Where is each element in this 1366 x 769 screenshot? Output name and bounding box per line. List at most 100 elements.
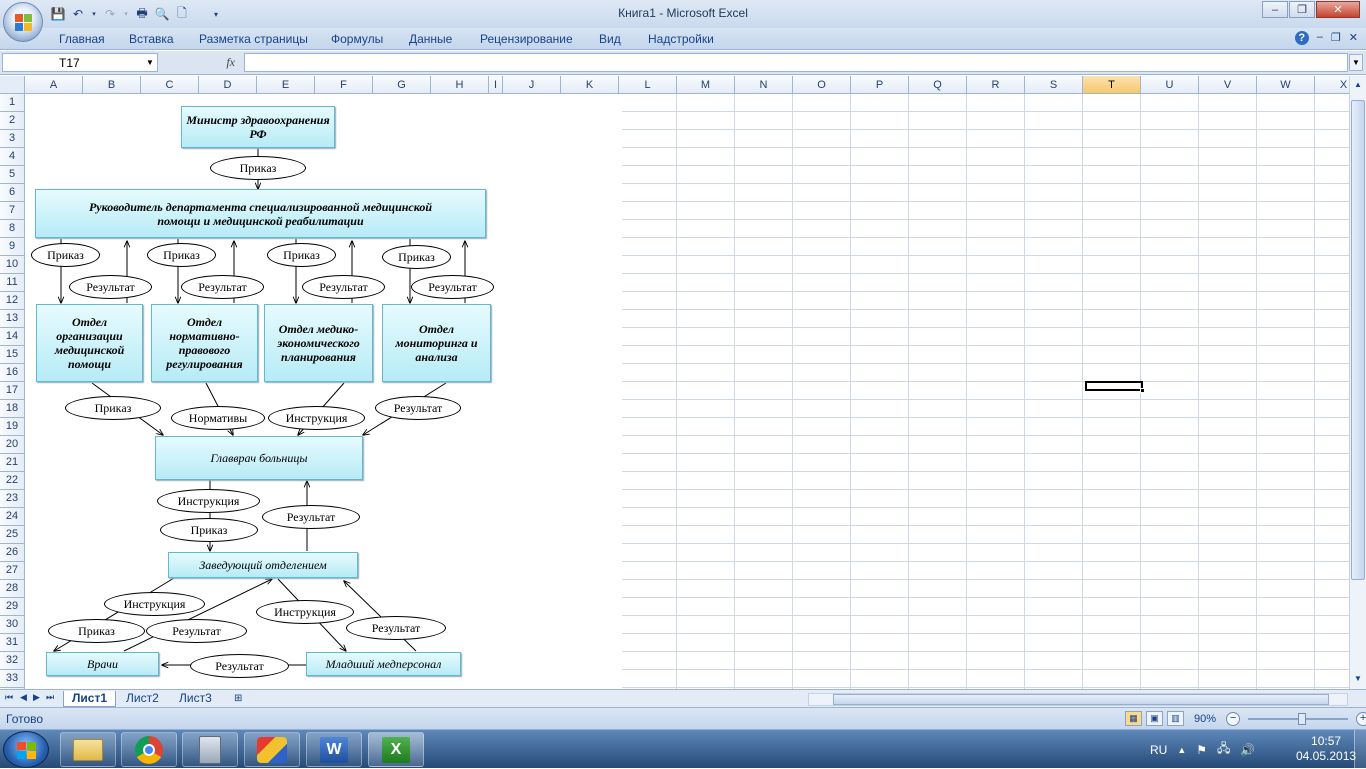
column-header-t[interactable]: T [1083, 76, 1141, 94]
column-header-m[interactable]: M [677, 76, 735, 94]
chrome-taskbar-button[interactable] [121, 732, 177, 767]
column-header-f[interactable]: F [315, 76, 373, 94]
name-box[interactable]: T17 [2, 53, 158, 72]
row-header-2[interactable]: 2 [0, 112, 25, 130]
row-header-3[interactable]: 3 [0, 130, 25, 148]
close-button[interactable]: ✕ [1316, 1, 1360, 18]
column-header-x[interactable]: X [1315, 76, 1349, 94]
zoom-out-icon[interactable]: − [1226, 711, 1241, 726]
ribbon-minimize-button[interactable]: – [1317, 31, 1323, 45]
first-sheet-icon[interactable]: ⏮ [5, 692, 13, 703]
tab-insert[interactable]: Вставка [129, 32, 174, 46]
tab-view[interactable]: Вид [599, 32, 621, 46]
next-sheet-icon[interactable]: ▶ [33, 692, 40, 703]
page-layout-view-icon[interactable]: ▣ [1146, 711, 1163, 726]
tab-formulas[interactable]: Формулы [331, 32, 383, 46]
column-header-e[interactable]: E [257, 76, 315, 94]
row-header-6[interactable]: 6 [0, 184, 25, 202]
tab-review[interactable]: Рецензирование [480, 32, 573, 46]
row-header-22[interactable]: 22 [0, 472, 25, 490]
row-header-12[interactable]: 12 [0, 292, 25, 310]
worksheet-grid[interactable]: ABCDEFGHIJKLMNOPQRSTUVWX 1 2 3 4 5 6 7 8 9 10 11 12… [0, 76, 1349, 689]
help-icon[interactable]: ? [1294, 31, 1309, 45]
column-header-w[interactable]: W [1257, 76, 1315, 94]
row-header-11[interactable]: 11 [0, 274, 25, 292]
row-header-19[interactable]: 19 [0, 418, 25, 436]
office-button[interactable] [3, 2, 43, 42]
row-header-15[interactable]: 15 [0, 346, 25, 364]
ribbon-close-button[interactable]: ✕ [1349, 31, 1358, 45]
column-header-j[interactable]: J [503, 76, 561, 94]
normal-view-icon[interactable]: ▦ [1125, 711, 1142, 726]
row-header-4[interactable]: 4 [0, 148, 25, 166]
row-header-33[interactable]: 33 [0, 670, 25, 688]
row-header-14[interactable]: 14 [0, 328, 25, 346]
word-taskbar-button[interactable]: W [306, 732, 362, 767]
fill-handle[interactable] [1140, 388, 1145, 393]
horizontal-scroll-thumb[interactable] [833, 694, 1329, 705]
language-indicator[interactable]: RU [1150, 743, 1167, 757]
row-header-23[interactable]: 23 [0, 490, 25, 508]
maximize-button[interactable]: ❐ [1289, 1, 1315, 18]
selected-cell[interactable] [1085, 381, 1143, 391]
column-header-p[interactable]: P [851, 76, 909, 94]
row-header-16[interactable]: 16 [0, 364, 25, 382]
sheet-tab-1[interactable]: Лист1 [63, 691, 117, 707]
minimize-button[interactable]: – [1262, 1, 1288, 18]
tab-addins[interactable]: Надстройки [648, 32, 714, 46]
column-header-a[interactable]: A [25, 76, 83, 94]
row-header-9[interactable]: 9 [0, 238, 25, 256]
row-header-28[interactable]: 28 [0, 580, 25, 598]
column-header-l[interactable]: L [619, 76, 677, 94]
column-header-k[interactable]: K [561, 76, 619, 94]
app-taskbar-button[interactable] [244, 732, 300, 767]
column-header-q[interactable]: Q [909, 76, 967, 94]
row-header-7[interactable]: 7 [0, 202, 25, 220]
system-clock[interactable]: 10:57 04.05.2013 [1296, 734, 1356, 764]
row-header-1[interactable]: 1 [0, 94, 25, 112]
explorer-taskbar-button[interactable] [60, 732, 116, 767]
row-header-13[interactable]: 13 [0, 310, 25, 328]
ribbon-restore-button[interactable]: ❐ [1331, 31, 1341, 45]
insert-sheet-icon[interactable]: ⊞ [226, 691, 250, 707]
column-header-c[interactable]: C [141, 76, 199, 94]
expand-formula-bar-icon[interactable]: ▼ [1349, 54, 1363, 71]
column-header-o[interactable]: O [793, 76, 851, 94]
vertical-scrollbar[interactable]: ▲ ▼ [1349, 76, 1366, 689]
row-header-21[interactable]: 21 [0, 454, 25, 472]
horizontal-scrollbar[interactable] [808, 693, 1348, 706]
vertical-scroll-thumb[interactable] [1351, 100, 1365, 580]
column-header-g[interactable]: G [373, 76, 431, 94]
tray-expand-icon[interactable]: ▲ [1177, 745, 1186, 755]
prev-sheet-icon[interactable]: ◀ [20, 692, 27, 703]
page-break-view-icon[interactable]: ▥ [1167, 711, 1184, 726]
tab-data[interactable]: Данные [409, 32, 452, 46]
select-all-corner[interactable] [0, 76, 25, 94]
action-center-flag-icon[interactable]: ⚑ [1196, 743, 1207, 757]
row-header-30[interactable]: 30 [0, 616, 25, 634]
column-header-n[interactable]: N [735, 76, 793, 94]
zoom-slider[interactable] [1248, 712, 1349, 725]
row-header-24[interactable]: 24 [0, 508, 25, 526]
start-button[interactable] [3, 731, 49, 768]
column-header-s[interactable]: S [1025, 76, 1083, 94]
calculator-taskbar-button[interactable] [182, 732, 238, 767]
sheet-tab-2[interactable]: Лист2 [118, 691, 167, 707]
row-header-25[interactable]: 25 [0, 526, 25, 544]
sheet-tab-3[interactable]: Лист3 [171, 691, 220, 707]
column-header-i[interactable]: I [489, 76, 503, 94]
column-header-r[interactable]: R [967, 76, 1025, 94]
network-icon[interactable]: 🖧 [1217, 739, 1230, 760]
scroll-up-icon[interactable]: ▲ [1354, 80, 1362, 89]
column-header-d[interactable]: D [199, 76, 257, 94]
column-header-u[interactable]: U [1141, 76, 1199, 94]
row-header-20[interactable]: 20 [0, 436, 25, 454]
row-header-26[interactable]: 26 [0, 544, 25, 562]
row-header-10[interactable]: 10 [0, 256, 25, 274]
volume-icon[interactable]: 🔊 [1240, 743, 1255, 757]
last-sheet-icon[interactable]: ⏭ [46, 692, 54, 703]
row-header-29[interactable]: 29 [0, 598, 25, 616]
scroll-down-icon[interactable]: ▼ [1354, 674, 1362, 683]
formula-input[interactable] [244, 53, 1348, 72]
column-header-v[interactable]: V [1199, 76, 1257, 94]
